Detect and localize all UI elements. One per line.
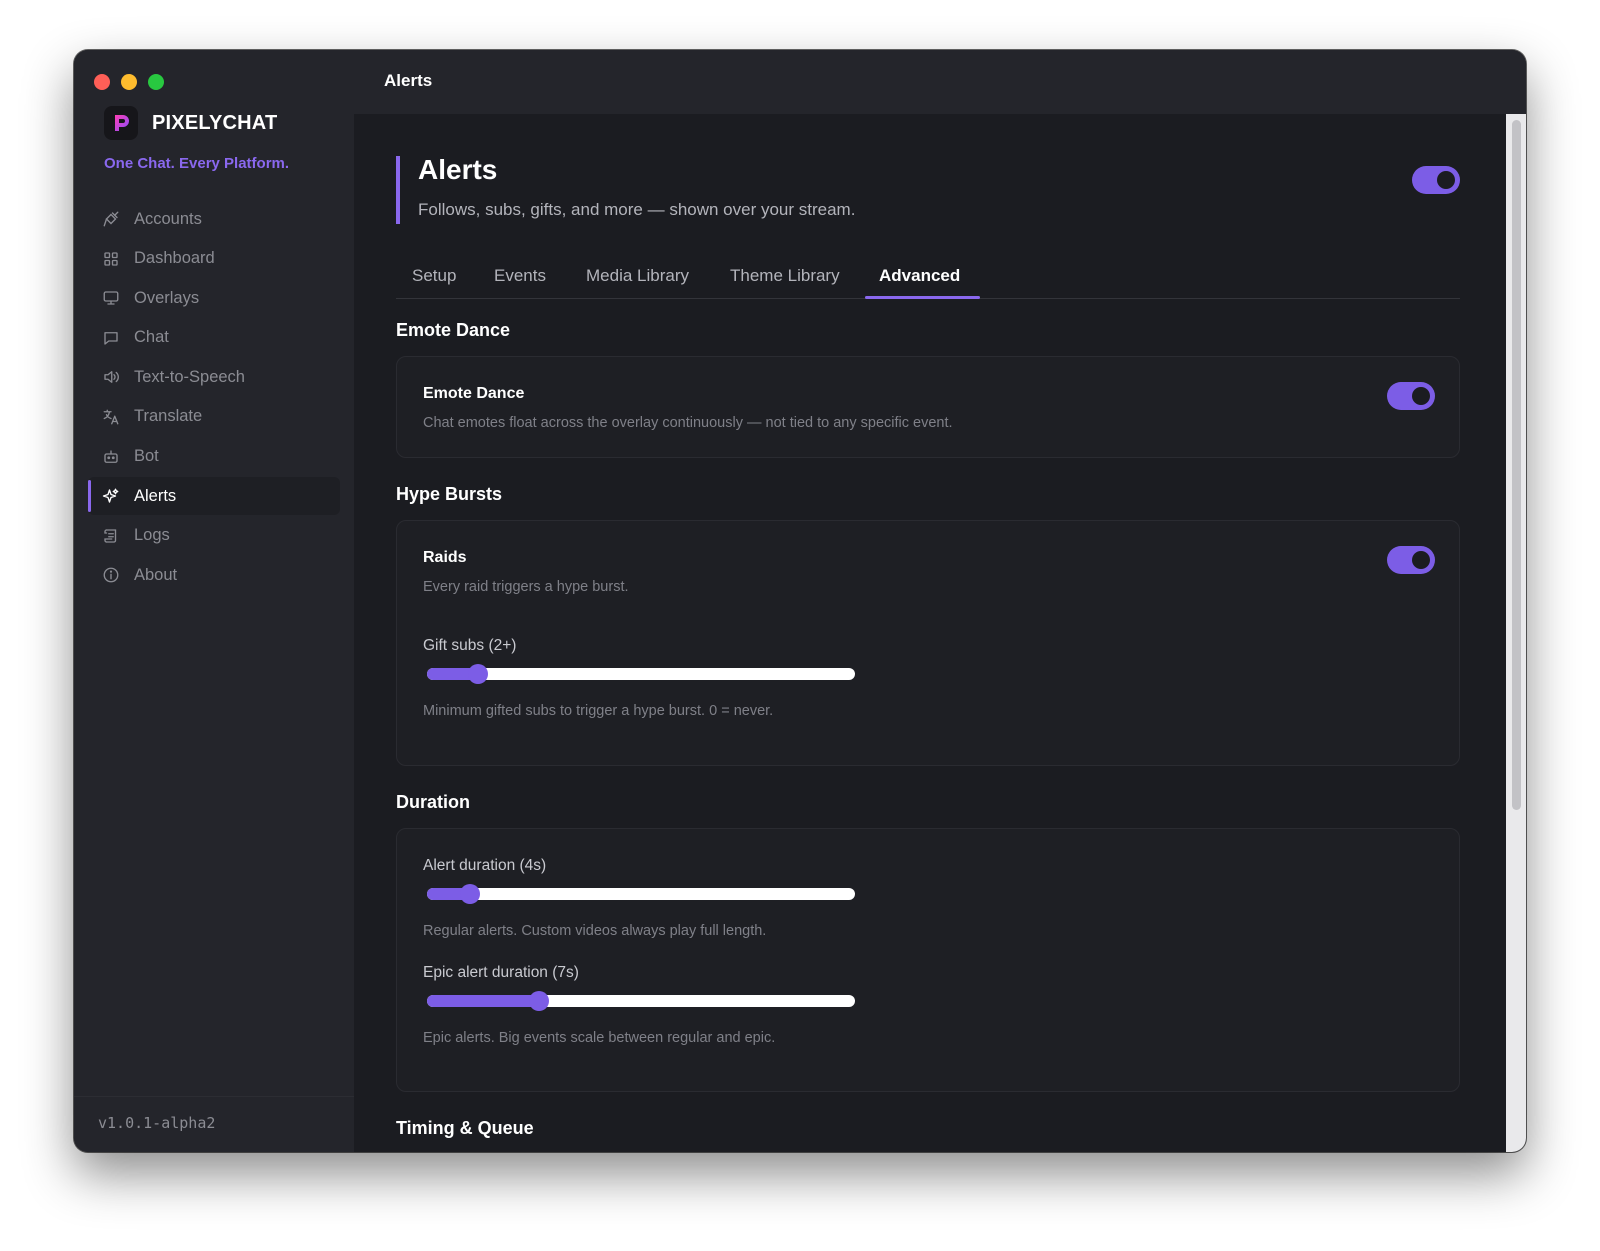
- gift-subs-slider[interactable]: [427, 664, 855, 684]
- page-header: Alerts Follows, subs, gifts, and more — …: [396, 154, 1460, 224]
- gift-subs-label: Gift subs (2+): [423, 637, 517, 654]
- sidebar-item-label: Translate: [134, 407, 203, 426]
- raids-description: Every raid triggers a hype burst.: [423, 579, 629, 595]
- epic-alert-duration-slider[interactable]: [427, 991, 855, 1011]
- tab-setup[interactable]: Setup: [412, 266, 456, 286]
- emote-dance-label: Emote Dance: [423, 385, 525, 402]
- slider-fill: [427, 995, 539, 1007]
- active-tab-indicator: [865, 296, 980, 299]
- section-title-emote-dance: Emote Dance: [396, 320, 511, 340]
- emote-dance-description: Chat emotes float across the overlay con…: [423, 415, 953, 431]
- translate-icon: [103, 409, 119, 425]
- sidebar-item-dashboard[interactable]: Dashboard: [88, 240, 340, 278]
- brand: PIXELYCHAT: [104, 106, 277, 140]
- sidebar-item-overlays[interactable]: Overlays: [88, 279, 340, 317]
- alert-duration-label: Alert duration (4s): [423, 857, 547, 874]
- window-controls: [94, 74, 164, 90]
- sidebar-item-label: Text-to-Speech: [134, 367, 245, 386]
- tab-events[interactable]: Events: [494, 266, 546, 286]
- grid-icon: [104, 251, 118, 266]
- sidebar-item-label: About: [134, 565, 178, 584]
- slider-thumb[interactable]: [529, 991, 549, 1011]
- sidebar-item-translate[interactable]: Translate: [88, 398, 340, 436]
- sidebar-item-about[interactable]: About: [88, 556, 340, 594]
- emote-dance-card: Emote Dance Chat emotes float across the…: [396, 356, 1460, 458]
- tab-theme-library[interactable]: Theme Library: [730, 266, 840, 286]
- monitor-icon: [103, 291, 119, 305]
- slider-thumb[interactable]: [459, 884, 480, 904]
- toggle-knob: [1412, 551, 1430, 569]
- sidebar-item-label: Alerts: [134, 486, 177, 505]
- sidebar-item-accounts[interactable]: Accounts: [88, 200, 340, 238]
- sidebar-nav: Accounts Dashboard Overlays Chat Text-to…: [88, 200, 340, 596]
- raids-label: Raids: [423, 549, 467, 566]
- chat-bubble-icon: [104, 331, 118, 345]
- title-bar: Alerts: [354, 50, 1526, 114]
- info-icon: [103, 567, 119, 583]
- sidebar-item-logs[interactable]: Logs: [88, 517, 340, 555]
- sidebar-item-label: Bot: [134, 447, 159, 466]
- gift-subs-description: Minimum gifted subs to trigger a hype bu…: [423, 703, 774, 719]
- tab-bar: Setup Events Media Library Theme Library…: [396, 254, 1460, 299]
- zoom-window-button[interactable]: [148, 74, 164, 90]
- sidebar-item-label: Accounts: [134, 209, 202, 228]
- app-window: PIXELYCHAT One Chat. Every Platform. Acc…: [74, 50, 1526, 1152]
- sparkles-icon: [102, 488, 119, 503]
- close-window-button[interactable]: [94, 74, 110, 90]
- page-subtitle: Follows, subs, gifts, and more — shown o…: [418, 200, 856, 219]
- tab-media-library[interactable]: Media Library: [586, 266, 689, 286]
- scroll-icon: [104, 529, 117, 543]
- sidebar: PIXELYCHAT One Chat. Every Platform. Acc…: [74, 50, 354, 1152]
- toggle-knob: [1437, 171, 1455, 189]
- version-label: v1.0.1-alpha2: [74, 1096, 354, 1152]
- epic-alert-duration-label: Epic alert duration (7s): [423, 964, 579, 981]
- emote-dance-toggle[interactable]: [1387, 382, 1435, 410]
- sidebar-item-bot[interactable]: Bot: [88, 438, 340, 476]
- tagline: One Chat. Every Platform.: [104, 155, 290, 172]
- alert-duration-description: Regular alerts. Custom videos always pla…: [423, 923, 767, 939]
- sidebar-item-label: Logs: [134, 526, 170, 545]
- sidebar-item-alerts[interactable]: Alerts: [88, 477, 340, 516]
- sidebar-item-label: Chat: [134, 328, 169, 347]
- alerts-enabled-toggle[interactable]: [1412, 166, 1460, 194]
- toggle-knob: [1412, 387, 1430, 405]
- sidebar-item-label: Overlays: [134, 288, 200, 307]
- window-title: Alerts: [384, 71, 433, 90]
- raids-toggle[interactable]: [1387, 546, 1435, 574]
- main-content: Alerts Follows, subs, gifts, and more — …: [354, 114, 1526, 1152]
- content-scrollbar[interactable]: [1506, 114, 1526, 1152]
- brand-name: PIXELYCHAT: [152, 111, 278, 134]
- tab-advanced[interactable]: Advanced: [879, 266, 960, 286]
- speaker-icon: [104, 371, 119, 384]
- section-title-duration: Duration: [396, 792, 470, 812]
- page-title: Alerts: [418, 154, 498, 185]
- sidebar-item-text-to-speech[interactable]: Text-to-Speech: [88, 358, 340, 396]
- section-title-timing-queue: Timing & Queue: [396, 1118, 534, 1138]
- bot-icon: [104, 449, 118, 463]
- sidebar-item-label: Dashboard: [134, 249, 215, 268]
- scrollbar-thumb[interactable]: [1512, 120, 1521, 810]
- duration-card: Alert duration (4s) Regular alerts. Cust…: [396, 828, 1460, 1092]
- pixelychat-logo-icon: [104, 106, 138, 140]
- plug-icon: [103, 211, 119, 227]
- sidebar-item-chat[interactable]: Chat: [88, 319, 340, 357]
- epic-alert-duration-description: Epic alerts. Big events scale between re…: [423, 1030, 776, 1046]
- alert-duration-slider[interactable]: [427, 884, 855, 904]
- hype-bursts-card: Raids Every raid triggers a hype burst. …: [396, 520, 1460, 766]
- slider-thumb[interactable]: [467, 664, 488, 684]
- minimize-window-button[interactable]: [121, 74, 137, 90]
- section-title-hype-bursts: Hype Bursts: [396, 484, 503, 504]
